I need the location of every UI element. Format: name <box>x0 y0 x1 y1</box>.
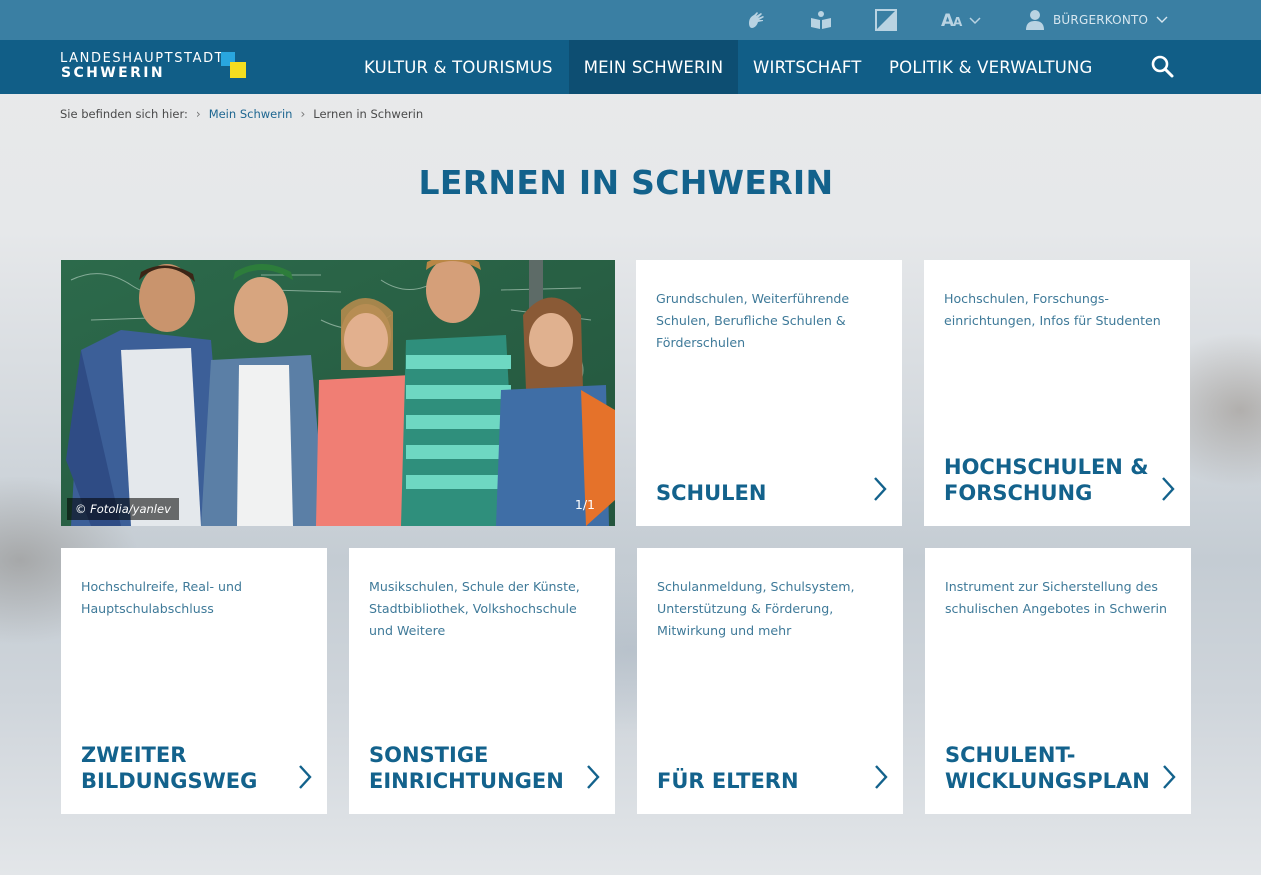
chevron-right-icon <box>299 765 312 789</box>
tile-description: Hochschulen, Forschungs-einrichtungen, I… <box>944 291 1161 328</box>
nav-politik-verwaltung[interactable]: POLITIK & VERWALTUNG <box>889 40 1093 94</box>
tile-title: SCHULEN <box>656 481 767 505</box>
chevron-right-icon <box>874 477 887 501</box>
tile-description: Hochschulreife, Real- und Hauptschulabsc… <box>81 579 243 616</box>
tile-zweiter-bildungsweg[interactable]: Hochschulreife, Real- und Hauptschulabsc… <box>61 548 327 814</box>
logo-text-top: LANDESHAUPTSTADT <box>60 51 225 66</box>
students-photo <box>61 260 615 526</box>
tile-description: Schulanmeldung, Schulsystem, Unterstützu… <box>657 579 855 638</box>
utility-bar: AA BÜRGERKONTO <box>0 0 1261 40</box>
photo-credit: © Fotolia/yanlev <box>67 498 179 520</box>
sign-language-icon[interactable] <box>744 8 768 32</box>
chevron-right-icon <box>875 765 888 789</box>
tile-hochschulen-forschung[interactable]: Hochschulen, Forschungs-einrichtungen, I… <box>924 260 1190 526</box>
nav-kultur-tourismus[interactable]: KULTUR & TOURISMUS <box>364 40 553 94</box>
nav-mein-schwerin[interactable]: MEIN SCHWERIN <box>569 40 738 94</box>
hero-image[interactable]: © Fotolia/yanlev 1/1 <box>61 260 615 526</box>
chevron-right-icon: › <box>300 107 306 121</box>
tile-schulentwicklungsplan[interactable]: Instrument zur Sicherstellung des schuli… <box>925 548 1191 814</box>
account-menu[interactable]: BÜRGERKONTO <box>1025 8 1168 32</box>
tile-fuer-eltern[interactable]: Schulanmeldung, Schulsystem, Unterstützu… <box>637 548 903 814</box>
chevron-right-icon <box>587 765 600 789</box>
page-title: LERNEN IN SCHWERIN <box>418 163 834 202</box>
easy-language-icon[interactable] <box>809 8 833 32</box>
font-size-icon[interactable]: AA <box>941 8 983 32</box>
search-icon[interactable] <box>1150 54 1176 80</box>
tile-title: HOCHSCHULEN & FORSCHUNG <box>944 455 1149 505</box>
account-label: BÜRGERKONTO <box>1053 13 1149 27</box>
tile-sonstige-einrichtungen[interactable]: Musikschulen, Schule der Künste, Stadtbi… <box>349 548 615 814</box>
tile-title: ZWEITER BILDUNGSWEG <box>81 743 258 793</box>
tile-description: Grundschulen, Weiterführende Schulen, Be… <box>656 291 850 350</box>
logo-text-bottom: SCHWERIN <box>61 65 165 81</box>
tile-schulen[interactable]: Grundschulen, Weiterführende Schulen, Be… <box>636 260 902 526</box>
logo-mark <box>221 52 251 80</box>
breadcrumb-prefix: Sie befinden sich hier: <box>60 107 188 121</box>
chevron-down-icon <box>1156 16 1168 23</box>
logo[interactable]: LANDESHAUPTSTADT SCHWERIN <box>60 51 260 87</box>
contrast-icon[interactable] <box>874 8 898 32</box>
tile-description: Instrument zur Sicherstellung des schuli… <box>945 579 1168 616</box>
tile-title: FÜR ELTERN <box>657 769 799 793</box>
tile-description: Musikschulen, Schule der Künste, Stadtbi… <box>369 579 580 638</box>
breadcrumb-current: Lernen in Schwerin <box>313 107 424 121</box>
main-nav: LANDESHAUPTSTADT SCHWERIN KULTUR & TOURI… <box>0 40 1261 94</box>
breadcrumb: Sie befinden sich hier: › Mein Schwerin … <box>60 106 423 122</box>
chevron-right-icon: › <box>195 107 201 121</box>
nav-wirtschaft[interactable]: WIRTSCHAFT <box>753 40 862 94</box>
tile-title: SCHULENT-WICKLUNGSPLAN <box>945 743 1150 793</box>
tile-title: SONSTIGE EINRICHTUNGEN <box>369 743 564 793</box>
svg-text:A: A <box>953 15 963 29</box>
chevron-right-icon <box>1163 765 1176 789</box>
breadcrumb-link-mein-schwerin[interactable]: Mein Schwerin <box>209 107 293 121</box>
chevron-right-icon <box>1162 477 1175 501</box>
user-icon <box>1026 10 1044 30</box>
slide-counter: 1/1 <box>574 497 595 512</box>
